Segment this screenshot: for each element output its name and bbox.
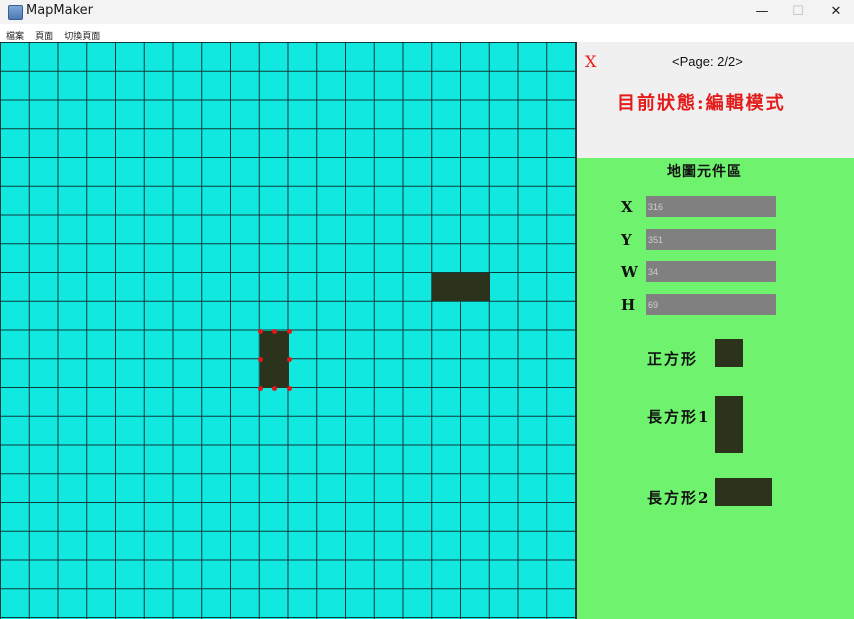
selected-map-block[interactable]: [260, 331, 289, 388]
resize-handle[interactable]: [272, 386, 277, 391]
h-label: H: [621, 296, 636, 314]
rect2-shape-tool[interactable]: [715, 478, 772, 506]
x-input[interactable]: [646, 196, 776, 217]
header-panel: X <Page: 2/2> 目前狀態:編輯模式: [577, 42, 854, 158]
w-label: W: [621, 263, 638, 281]
title-bar: MapMaker — ☐ ✕: [0, 0, 854, 24]
y-input[interactable]: [646, 229, 776, 250]
rect1-shape-tool[interactable]: [715, 396, 743, 453]
minimize-button[interactable]: —: [744, 0, 780, 24]
resize-handle[interactable]: [258, 329, 263, 334]
resize-handle[interactable]: [272, 329, 277, 334]
rect1-label: 長方形1: [647, 408, 711, 426]
maximize-button[interactable]: ☐: [780, 0, 816, 24]
y-label: Y: [621, 231, 632, 249]
resize-handle[interactable]: [287, 386, 292, 391]
map-block-rect2[interactable]: [432, 273, 490, 301]
h-input[interactable]: [646, 294, 776, 315]
close-window-button[interactable]: ✕: [818, 0, 854, 24]
page-indicator: <Page: 2/2>: [672, 54, 743, 69]
x-label: X: [621, 198, 633, 216]
rect2-label: 長方形2: [647, 489, 711, 507]
square-label: 正方形: [647, 350, 699, 368]
close-page-button[interactable]: X: [585, 52, 596, 71]
square-shape-tool[interactable]: [715, 339, 743, 367]
map-canvas[interactable]: [0, 42, 577, 619]
w-input[interactable]: [646, 261, 776, 282]
resize-handle[interactable]: [287, 357, 292, 362]
status-label: 目前狀態:編輯模式: [617, 93, 786, 114]
java-app-icon: [8, 5, 23, 20]
resize-handle[interactable]: [258, 386, 263, 391]
panel-title: 地圖元件區: [667, 164, 742, 180]
resize-handle[interactable]: [258, 357, 263, 362]
menu-bar: 檔案 頁面 切換頁面: [0, 24, 854, 43]
window-title: MapMaker: [26, 3, 94, 18]
resize-handle[interactable]: [287, 329, 292, 334]
map-component-panel: 地圖元件區 X Y W H 正方形 長方形1 長方形2: [577, 158, 854, 619]
